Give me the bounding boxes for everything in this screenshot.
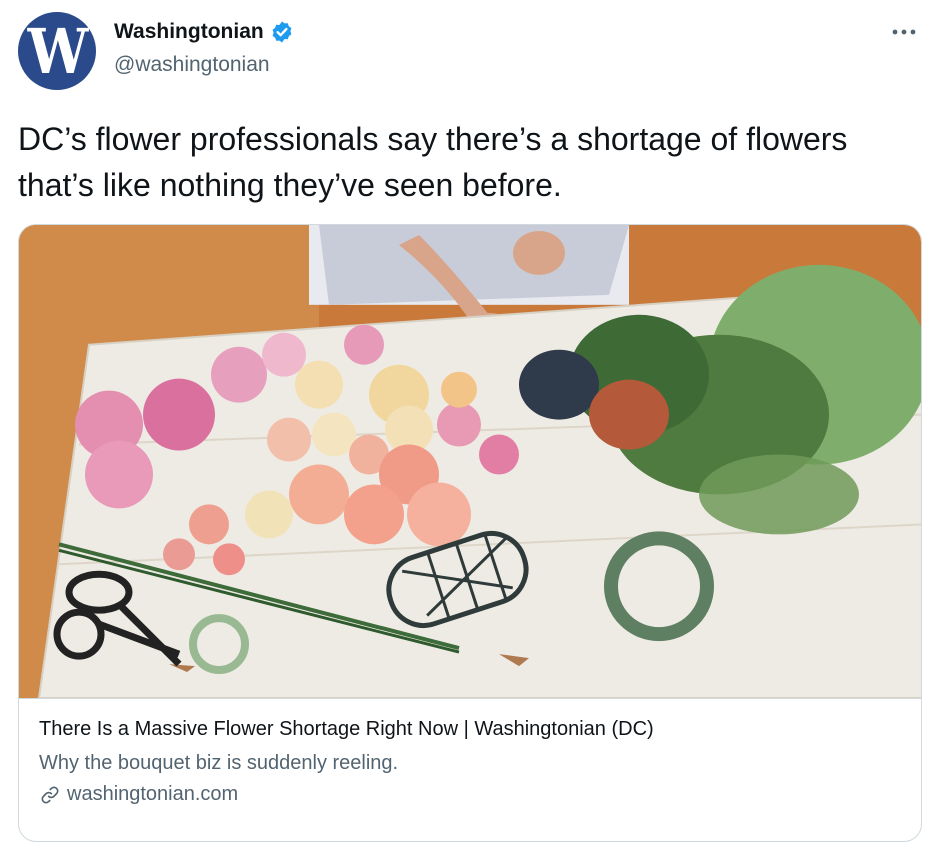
link-icon xyxy=(41,786,59,803)
card-title[interactable]: There Is a Massive Flower Shortage Right… xyxy=(39,715,899,743)
display-name[interactable]: Washingtonian xyxy=(114,20,264,44)
card-description: Why the bouquet biz is suddenly reeling. xyxy=(39,752,399,774)
link-card[interactable]: There Is a Massive Flower Shortage Right… xyxy=(18,224,922,842)
tweet-text: DC’s flower professionals say there’s a … xyxy=(18,121,848,203)
more-options-icon[interactable] xyxy=(890,22,918,42)
verified-badge-icon xyxy=(272,21,292,43)
card-body[interactable]: There Is a Massive Flower Shortage Right… xyxy=(39,715,899,806)
avatar-letter: W xyxy=(27,14,89,88)
card-domain-row[interactable]: washingtonian.com xyxy=(39,783,899,806)
handle[interactable]: @washingtonian xyxy=(114,53,270,77)
card-image[interactable] xyxy=(19,225,922,699)
avatar[interactable]: W xyxy=(18,12,96,90)
card-domain[interactable]: washingtonian.com xyxy=(67,783,238,806)
author-name-row: Washingtonian xyxy=(114,20,294,44)
